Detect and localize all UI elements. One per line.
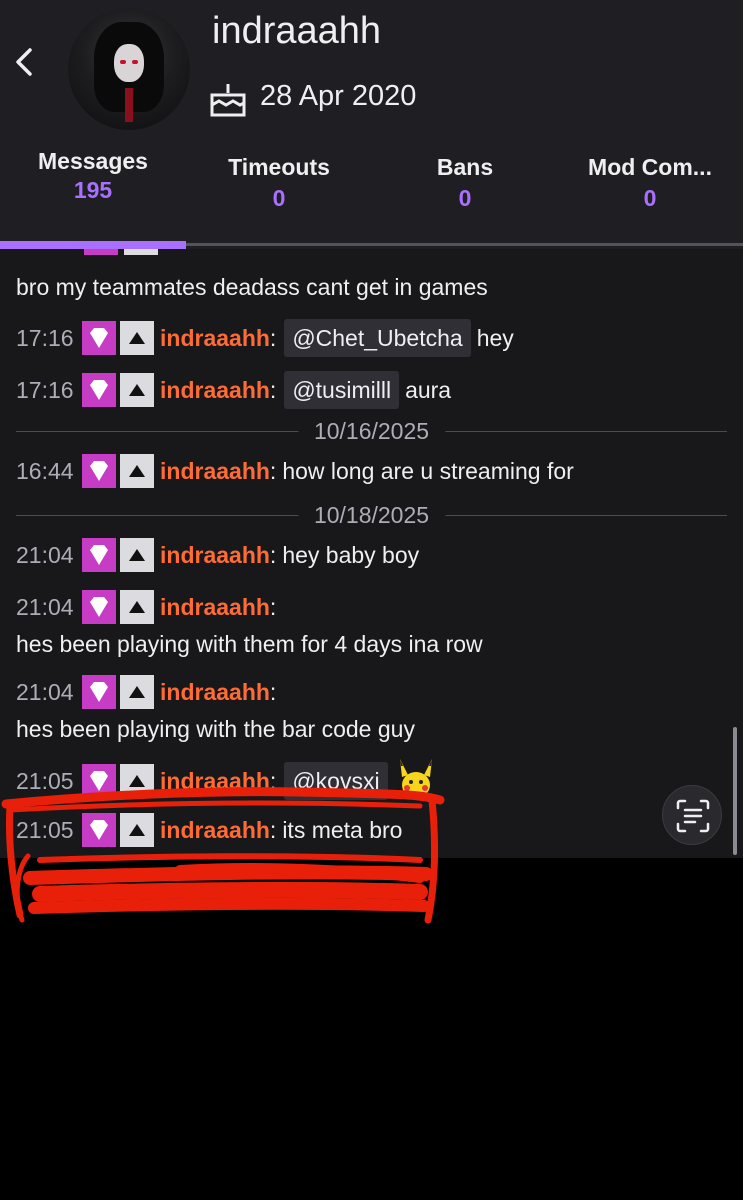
mention[interactable]: @Chet_Ubetcha [284, 319, 471, 357]
triangle-up-icon [120, 675, 154, 709]
chat-message-text: hey baby boy [282, 542, 420, 569]
tab-count: 0 [643, 185, 657, 211]
tab-bans[interactable]: Bans 0 [372, 154, 558, 212]
colon: : [269, 458, 277, 485]
timestamp: 16:44 [16, 458, 74, 485]
date-divider-label: 10/16/2025 [297, 416, 446, 446]
profile-header: indraaahh 28 Apr 2020 Messages 195 Timeo… [0, 0, 743, 260]
tab-label: Timeouts [228, 154, 330, 180]
triangle-up-icon [120, 538, 154, 572]
diamond-icon [82, 675, 116, 709]
tab-mod-comments[interactable]: Mod Com... 0 [557, 154, 743, 212]
tab-count: 195 [73, 177, 113, 203]
tab-messages[interactable]: Messages 195 [0, 148, 186, 204]
colon: : [269, 542, 277, 569]
tab-count: 0 [272, 185, 286, 211]
tab-label: Messages [38, 148, 148, 174]
triangle-up-icon [120, 320, 154, 355]
triangle-up-icon [120, 590, 154, 624]
chat-message[interactable]: 21:04 indraaahh: [16, 590, 733, 626]
chat-message[interactable]: 16:44 indraaahh: how long are u streaming … [16, 454, 733, 490]
timestamp: 21:04 [16, 594, 74, 621]
cake-icon [210, 84, 246, 117]
scrollbar[interactable] [733, 727, 737, 855]
mention[interactable]: @tusimilll [284, 371, 400, 409]
diamond-icon [82, 538, 116, 572]
colon: : [269, 325, 277, 351]
profile-username: indraaahh [212, 10, 382, 52]
chat-message[interactable]: 21:04 indraaahh: [16, 675, 733, 711]
chat-username[interactable]: indraaahh [160, 377, 270, 403]
chat-message-text: aura [405, 377, 452, 403]
tab-label: Bans [436, 154, 494, 180]
chat-username[interactable]: indraaahh [160, 325, 270, 351]
chevron-left-icon[interactable] [10, 42, 40, 82]
diamond-icon [82, 590, 116, 624]
avatar [68, 8, 190, 130]
tab-count: 0 [458, 185, 472, 211]
triangle-up-icon [120, 454, 154, 488]
text-scan-icon [676, 799, 710, 833]
timestamp: 17:16 [16, 377, 74, 403]
chat-log[interactable]: bro my teammates deadass cant get in gam… [0, 249, 743, 858]
chat-username[interactable]: indraaahh [160, 542, 270, 568]
triangle-up-icon [120, 372, 154, 407]
live-text-scan-button[interactable] [662, 785, 722, 845]
tab-label: Mod Com... [588, 154, 712, 180]
active-tab-indicator [0, 241, 186, 249]
timestamp: 21:04 [16, 542, 74, 569]
colon: : [269, 594, 277, 621]
chat-message-text: hes been playing with the bar code guy [16, 716, 415, 742]
colon: : [269, 377, 277, 403]
date-divider: 10/18/2025 [16, 500, 727, 530]
chat-message-text: hes been playing with them for 4 days in… [16, 631, 483, 657]
timestamp: 17:16 [16, 325, 74, 351]
chat-message[interactable]: 21:04 indraaahh: hey baby boy [16, 538, 733, 574]
red-scribble-annotation [1, 787, 445, 924]
chat-message-text: how long are u streaming for [282, 458, 574, 485]
diamond-icon [82, 320, 116, 355]
tab-bar: Messages 195 Timeouts 0 Bans 0 Mod Com..… [0, 148, 743, 218]
chat-username[interactable]: indraaahh [160, 594, 270, 620]
join-date: 28 Apr 2020 [260, 80, 417, 112]
chat-message-text: hey [476, 325, 514, 351]
date-divider-label: 10/18/2025 [297, 500, 446, 530]
chat-message[interactable]: 17:16 indraaahh: @tusimilll aura [16, 371, 733, 409]
tab-timeouts[interactable]: Timeouts 0 [186, 154, 372, 212]
colon: : [269, 679, 277, 706]
chat-username[interactable]: indraaahh [160, 679, 270, 705]
diamond-icon [82, 454, 116, 488]
date-divider: 10/16/2025 [16, 416, 727, 446]
chat-message[interactable]: 17:16 indraaahh: @Chet_Ubetcha hey [16, 319, 733, 357]
timestamp: 21:04 [16, 679, 74, 706]
chat-username[interactable]: indraaahh [160, 458, 270, 484]
diamond-icon [82, 372, 116, 407]
chat-message-text: bro my teammates deadass cant get in gam… [16, 274, 488, 300]
